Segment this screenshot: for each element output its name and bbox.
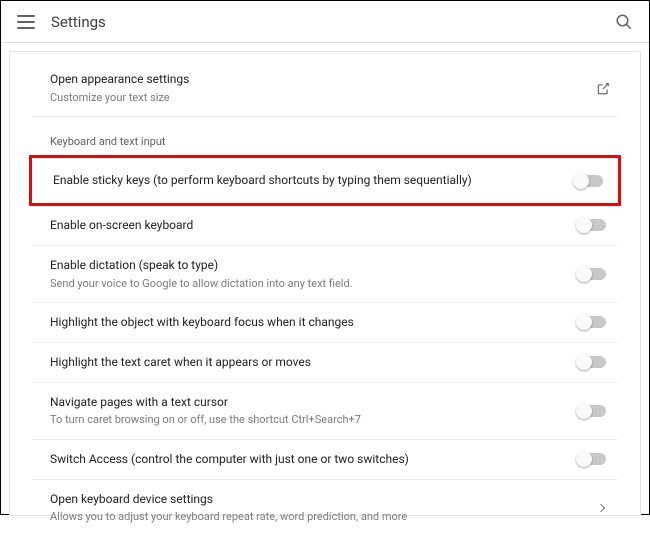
row-title: Open keyboard device settings: [50, 491, 588, 508]
switch-access-toggle[interactable]: [578, 453, 606, 465]
highlight-focus-row: Highlight the object with keyboard focus…: [32, 303, 618, 343]
row-title: Open appearance settings: [50, 71, 586, 88]
open-external-icon[interactable]: [596, 81, 610, 95]
onscreen-keyboard-toggle[interactable]: [578, 219, 606, 231]
row-desc: Send your voice to Google to allow dicta…: [50, 276, 568, 291]
keyboard-device-settings-row[interactable]: Open keyboard device settings Allows you…: [32, 480, 618, 536]
sticky-keys-row: Enable sticky keys (to perform keyboard …: [32, 158, 618, 203]
page-title: Settings: [51, 13, 106, 31]
sticky-keys-toggle[interactable]: [575, 175, 603, 187]
row-title: Highlight the text caret when it appears…: [50, 354, 568, 371]
row-title: Switch Access (control the computer with…: [50, 451, 568, 468]
dictation-row: Enable dictation (speak to type) Send yo…: [32, 246, 618, 303]
row-title: Navigate pages with a text cursor: [50, 394, 568, 411]
hamburger-menu-icon[interactable]: [17, 15, 35, 29]
open-appearance-settings-row[interactable]: Open appearance settings Customize your …: [32, 60, 618, 117]
navigate-cursor-toggle[interactable]: [578, 405, 606, 417]
dictation-toggle[interactable]: [578, 268, 606, 280]
section-label: Keyboard and text input: [32, 117, 618, 153]
row-desc: Customize your text size: [50, 90, 586, 105]
highlight-callout: Enable sticky keys (to perform keyboard …: [29, 155, 621, 206]
highlight-focus-toggle[interactable]: [578, 316, 606, 328]
highlight-caret-row: Highlight the text caret when it appears…: [32, 343, 618, 383]
switch-access-row: Switch Access (control the computer with…: [32, 440, 618, 480]
search-icon[interactable]: [615, 13, 633, 31]
row-title: Enable dictation (speak to type): [50, 257, 568, 274]
onscreen-keyboard-row: Enable on-screen keyboard: [32, 206, 618, 246]
navigate-cursor-row: Navigate pages with a text cursor To tur…: [32, 383, 618, 440]
row-title: Highlight the object with keyboard focus…: [50, 314, 568, 331]
row-title: Enable on-screen keyboard: [50, 217, 568, 234]
row-desc: Allows you to adjust your keyboard repea…: [50, 509, 588, 524]
row-title: Enable sticky keys (to perform keyboard …: [53, 172, 565, 189]
highlight-caret-toggle[interactable]: [578, 356, 606, 368]
chevron-right-icon[interactable]: [597, 503, 605, 511]
row-desc: To turn caret browsing on or off, use th…: [50, 412, 568, 427]
